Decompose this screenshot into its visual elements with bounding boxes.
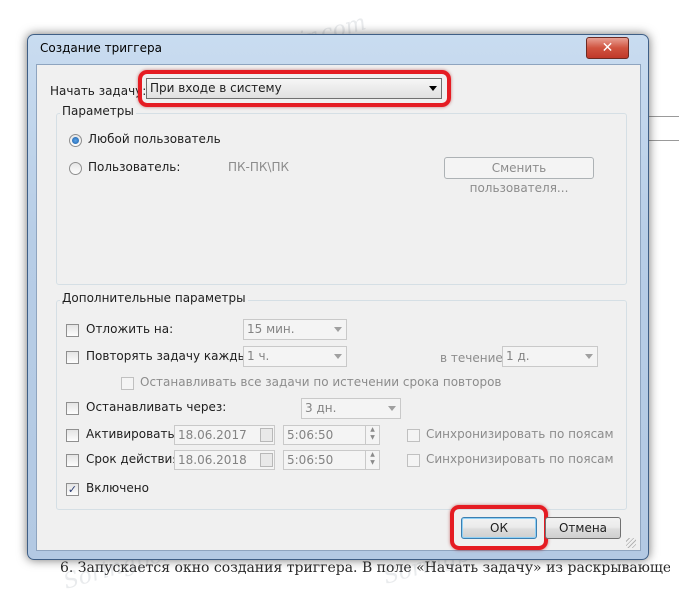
calendar-icon[interactable] [260,453,273,467]
any-user-label: Любой пользователь [88,132,221,146]
duration-label: в течение: [440,351,507,365]
repeat-checkbox[interactable] [66,351,79,364]
specific-user-radio[interactable] [69,162,82,175]
spin-up-icon[interactable]: ▲ [370,451,375,458]
resize-grip[interactable] [626,538,636,548]
highlight-begin-task [138,70,451,107]
stop-after-label: Останавливать через: [86,400,227,414]
time-spinner[interactable]: ▲ ▼ [365,426,379,444]
activate-sync-label: Синхронизировать по поясам [426,427,614,441]
begin-task-label: Начать задачу: [50,84,147,98]
dropdown-arrow-icon [585,354,593,359]
time-spinner[interactable]: ▲ ▼ [365,451,379,469]
specific-user-label: Пользователь: [88,160,181,174]
activate-date-field[interactable]: 18.06.2017 [174,425,275,445]
dropdown-arrow-icon [334,354,342,359]
calendar-icon[interactable] [260,428,273,442]
advanced-group-title: Дополнительные параметры [60,291,248,305]
spin-down-icon[interactable]: ▼ [370,459,375,466]
enabled-checkbox[interactable]: ✓ [66,483,79,496]
window-title: Создание триггера [40,41,162,55]
repeat-label: Повторять задачу каждые: [86,349,259,363]
change-user-button[interactable]: Сменить пользователя... [444,157,594,195]
stop-after-dropdown[interactable]: 3 дн. [301,398,401,419]
check-mark-icon: ✓ [67,483,78,496]
expire-sync-label: Синхронизировать по поясам [426,452,614,466]
expire-sync-checkbox[interactable] [407,454,420,467]
expire-label: Срок действия: [86,452,184,466]
activate-sync-checkbox[interactable] [407,429,420,442]
any-user-radio[interactable] [69,134,82,147]
spin-down-icon[interactable]: ▼ [370,434,375,441]
close-button[interactable]: ✕ [586,37,629,59]
activate-time-field[interactable]: 5:06:50 ▲ ▼ [283,425,380,445]
activate-date-value: 18.06.2017 [178,428,247,442]
expire-time-field[interactable]: 5:06:50 ▲ ▼ [283,450,380,470]
dropdown-arrow-icon [388,406,396,411]
expire-date-value: 18.06.2018 [178,453,247,467]
repeat-value: 1 ч. [247,349,270,363]
settings-group-title: Параметры [60,104,136,118]
activate-time-value: 5:06:50 [287,428,334,442]
repeat-interval-dropdown[interactable]: 1 ч. [243,346,347,367]
enabled-label: Включено [86,481,149,495]
expire-date-field[interactable]: 18.06.2018 [174,450,275,470]
stop-after-checkbox[interactable] [66,402,79,415]
expire-time-value: 5:06:50 [287,453,334,467]
cancel-button[interactable]: Отмена [545,517,621,539]
delay-value: 15 мин. [247,322,295,336]
activate-checkbox[interactable] [66,429,79,442]
activate-label: Активировать: [86,427,179,441]
delay-label: Отложить на: [86,322,174,336]
close-icon: ✕ [601,40,614,56]
user-value: ПК-ПК\ПК [228,160,290,174]
delay-dropdown[interactable]: 15 мин. [243,319,347,340]
highlight-ok [450,505,548,550]
duration-value: 1 д. [506,349,530,363]
expire-checkbox[interactable] [66,454,79,467]
stop-after-value: 3 дн. [305,401,337,415]
stop-all-label: Останавливать все задачи по истечении ср… [140,375,502,389]
background-caption: 6. Запускается окно создания триггера. В… [60,560,670,576]
delay-checkbox[interactable] [66,324,79,337]
dropdown-arrow-icon [334,327,342,332]
spin-up-icon[interactable]: ▲ [370,426,375,433]
duration-dropdown[interactable]: 1 д. [502,346,598,367]
stop-all-checkbox[interactable] [121,377,134,390]
